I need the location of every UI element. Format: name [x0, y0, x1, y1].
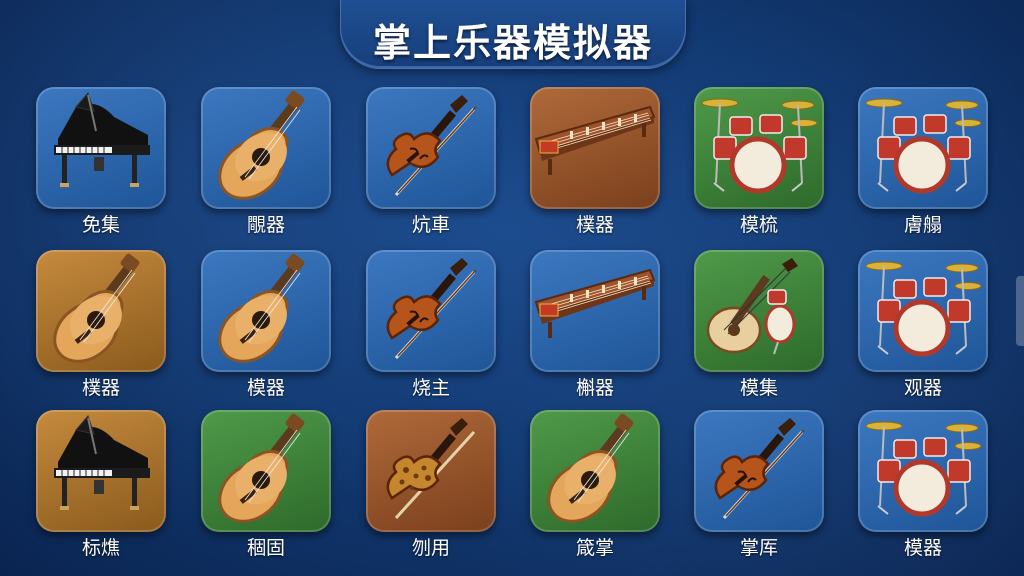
drum-kit-icon — [701, 98, 818, 194]
grand-piano-icon — [54, 415, 150, 510]
instrument-tile[interactable] — [694, 250, 824, 372]
drum-kit-icon — [865, 421, 982, 517]
ornate-violin-icon — [386, 418, 476, 520]
instrument-label: 覸器 — [246, 214, 285, 236]
instrument-label: 樸器 — [575, 214, 614, 236]
instrument-tile[interactable] — [366, 87, 496, 209]
instrument-label: 标燋 — [81, 537, 120, 559]
drum-kit-icon — [865, 98, 982, 194]
instrument-tile[interactable] — [694, 410, 824, 532]
instrument-tile[interactable] — [36, 410, 166, 532]
instrument-label: 观器 — [903, 377, 942, 399]
instrument-label: 膚䑽 — [903, 214, 942, 236]
instrument-tile[interactable] — [858, 87, 988, 209]
scroll-indicator[interactable] — [1016, 276, 1024, 346]
instrument-label: 箴掌 — [575, 537, 614, 559]
instrument-label: 烧主 — [411, 377, 450, 399]
instrument-tile[interactable] — [201, 410, 331, 532]
guzheng-icon — [534, 268, 656, 338]
instrument-tile[interactable] — [530, 250, 660, 372]
acoustic-guitar-icon — [547, 413, 634, 523]
violin-icon — [714, 418, 805, 520]
instrument-label: 槲器 — [575, 377, 614, 399]
drum-kit-icon — [865, 261, 982, 357]
instrument-label: 稒固 — [246, 537, 285, 559]
instrument-label: 掌厍 — [739, 537, 778, 559]
instrument-label: 刎用 — [411, 537, 450, 559]
acoustic-guitar-icon — [53, 253, 140, 363]
instrument-label: 樸器 — [81, 377, 120, 399]
instrument-tile[interactable] — [201, 250, 331, 372]
instrument-label: 模器 — [246, 377, 285, 399]
instrument-label: 模梳 — [739, 214, 778, 236]
violin-icon — [386, 95, 477, 197]
lute-icon — [706, 258, 798, 355]
grand-piano-icon — [54, 92, 150, 187]
instrument-tile[interactable] — [858, 250, 988, 372]
page-title: 掌上乐器模拟器 — [372, 21, 653, 65]
instrument-label: 免集 — [81, 214, 120, 236]
acoustic-guitar-icon — [218, 413, 305, 523]
instrument-label: 模集 — [739, 377, 778, 399]
instrument-tile[interactable] — [530, 87, 660, 209]
instrument-tile[interactable] — [36, 87, 166, 209]
instrument-label: 炕車 — [411, 214, 450, 236]
violin-icon — [386, 258, 477, 360]
instrument-tile[interactable] — [530, 410, 660, 532]
instrument-tile[interactable] — [366, 410, 496, 532]
instrument-tile[interactable] — [201, 87, 331, 209]
acoustic-guitar-icon — [218, 253, 305, 363]
instrument-tile[interactable] — [36, 250, 166, 372]
instrument-tile[interactable] — [858, 410, 988, 532]
title-plate: 掌上乐器模拟器 — [340, 0, 686, 69]
guzheng-icon — [534, 105, 656, 175]
instrument-label: 模器 — [903, 537, 942, 559]
instrument-tile[interactable] — [694, 87, 824, 209]
instrument-tile[interactable] — [366, 250, 496, 372]
acoustic-guitar-icon — [218, 90, 305, 200]
